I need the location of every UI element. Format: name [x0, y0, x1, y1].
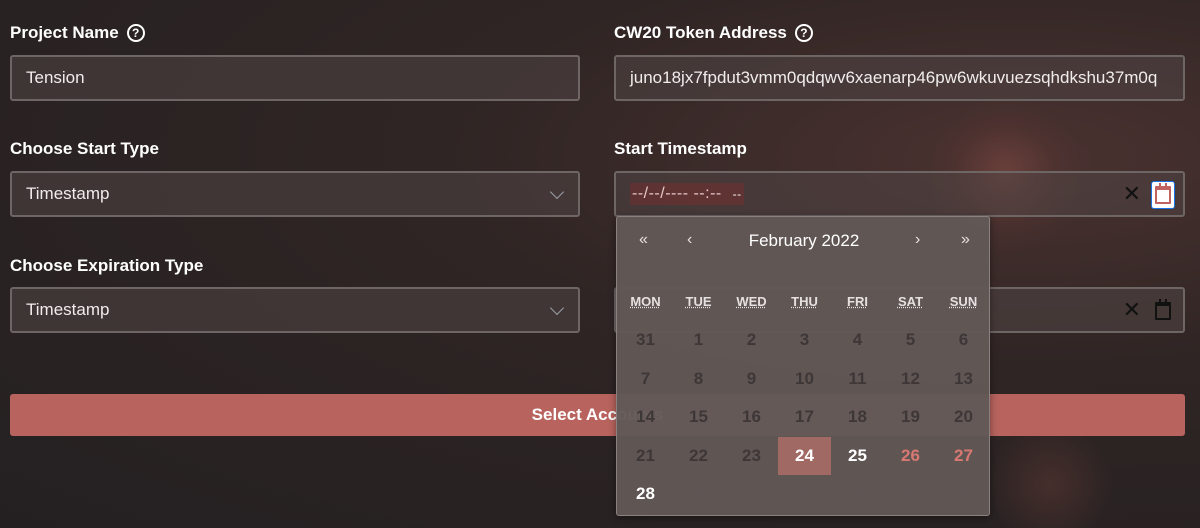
weekday-label: SUN	[949, 294, 978, 309]
calendar-month-label-text: February 2022	[748, 231, 860, 250]
calendar-day[interactable]: 2	[725, 321, 778, 359]
calendar-day[interactable]: 4	[831, 475, 884, 513]
calendar-day[interactable]: 20	[937, 398, 990, 436]
calendar-day[interactable]: 25	[831, 437, 884, 475]
calendar-day[interactable]: 3	[778, 475, 831, 513]
expiration-type-label-text: Choose Expiration Type	[10, 256, 204, 275]
cw20-token-address-label: CW20 Token Address ?	[614, 23, 813, 43]
datetime-placeholder-text: --/--/---- --:--	[632, 185, 727, 202]
calendar-day[interactable]: 8	[672, 360, 725, 398]
calendar-day[interactable]: 6	[937, 475, 990, 513]
calendar-day[interactable]: 12	[884, 360, 937, 398]
calendar-month-label[interactable]: February 2022	[617, 231, 991, 251]
clear-icon[interactable]: ✕	[1123, 183, 1141, 205]
calendar-day[interactable]: 23	[725, 437, 778, 475]
help-icon[interactable]: ?	[126, 24, 145, 42]
calendar-day[interactable]: 28	[619, 475, 672, 513]
project-name-label: Project Name ?	[10, 23, 145, 43]
start-timestamp-input[interactable]: --/--/---- --:-- -- ✕	[614, 171, 1185, 217]
start-timestamp-label-text: Start Timestamp	[614, 139, 747, 158]
calendar-day[interactable]: 18	[831, 398, 884, 436]
calendar-day[interactable]: 31	[619, 321, 672, 359]
calendar-button[interactable]	[1151, 297, 1175, 325]
calendar-day[interactable]: 6	[937, 321, 990, 359]
weekday-label: TUE	[685, 294, 712, 309]
calendar-day[interactable]: 14	[619, 398, 672, 436]
calendar-day[interactable]: 19	[884, 398, 937, 436]
calendar-day[interactable]: 9	[725, 360, 778, 398]
cw20-label-text: CW20 Token Address	[614, 23, 787, 42]
weekday-label: SAT	[897, 294, 924, 309]
calendar-day[interactable]: 13	[937, 360, 990, 398]
calendar-day[interactable]: 3	[778, 321, 831, 359]
select-accounts-button[interactable]: Select Accounts	[10, 394, 1185, 436]
background-decoration	[980, 430, 1120, 528]
calendar-day[interactable]: 5	[884, 475, 937, 513]
start-type-label-text: Choose Start Type	[10, 139, 159, 158]
calendar-day[interactable]: 1	[672, 475, 725, 513]
calendar-day[interactable]: 7	[619, 360, 672, 398]
clear-icon[interactable]: ✕	[1123, 299, 1141, 321]
calendar-day[interactable]: 4	[831, 321, 884, 359]
calendar-popup: « ‹ February 2022 › » MON TUE WED THU FRI SAT…	[616, 216, 990, 516]
calendar-day[interactable]: 2	[725, 475, 778, 513]
chevron-down-icon	[549, 300, 565, 316]
calendar-day[interactable]: 1	[672, 321, 725, 359]
expiration-type-value: Timestamp	[26, 300, 110, 319]
start-type-label: Choose Start Type	[10, 139, 159, 159]
expiration-type-select[interactable]: Timestamp	[10, 287, 580, 333]
calendar-day[interactable]: 5	[884, 321, 937, 359]
start-timestamp-label: Start Timestamp	[614, 139, 747, 159]
weekday-label: FRI	[847, 294, 868, 309]
expiration-type-label: Choose Expiration Type	[10, 256, 203, 276]
weekday-label: THU	[791, 294, 818, 309]
calendar-day[interactable]: 27	[937, 437, 990, 475]
start-type-value: Timestamp	[26, 184, 110, 203]
calendar-day[interactable]: 17	[778, 398, 831, 436]
calendar-day[interactable]: 11	[831, 360, 884, 398]
calendar-day[interactable]: 10	[778, 360, 831, 398]
project-name-label-text: Project Name	[10, 23, 119, 42]
calendar-day[interactable]: 21	[619, 437, 672, 475]
start-type-select[interactable]: Timestamp	[10, 171, 580, 217]
calendar-day[interactable]: 26	[884, 437, 937, 475]
weekday-label: MON	[630, 294, 661, 309]
calendar-day[interactable]: 16	[725, 398, 778, 436]
datetime-placeholder[interactable]: --/--/---- --:-- --	[630, 183, 744, 205]
ampm-select[interactable]: --	[733, 187, 742, 201]
calendar-icon	[1155, 183, 1171, 204]
project-name-input[interactable]: Tension	[10, 55, 580, 101]
chevron-down-icon	[549, 184, 565, 200]
next-year-button[interactable]: »	[961, 231, 970, 249]
cw20-token-address-input[interactable]: juno18jx7fpdut3vmm0qdqwv6xaenarp46pw6wku…	[614, 55, 1185, 101]
calendar-day[interactable]: 24	[778, 436, 831, 475]
calendar-icon	[1155, 299, 1171, 320]
project-name-value: Tension	[26, 68, 85, 87]
next-month-button[interactable]: ›	[915, 231, 920, 249]
weekday-label: WED	[736, 294, 767, 309]
calendar-day[interactable]: 15	[672, 398, 725, 436]
calendar-button[interactable]	[1151, 181, 1175, 209]
calendar-day[interactable]: 22	[672, 437, 725, 475]
cw20-value: juno18jx7fpdut3vmm0qdqwv6xaenarp46pw6wku…	[630, 68, 1158, 87]
help-icon[interactable]: ?	[794, 24, 813, 42]
